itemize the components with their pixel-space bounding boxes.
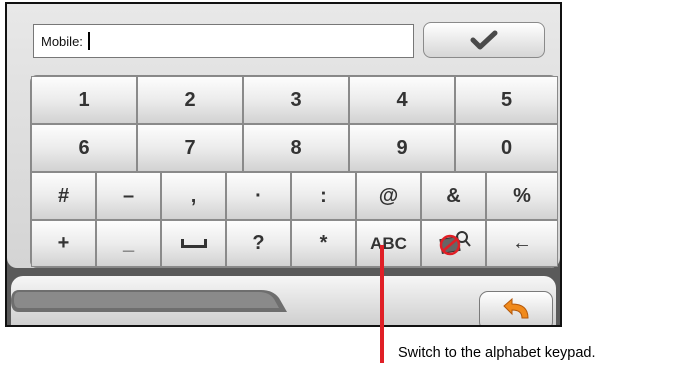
key-3[interactable]: 3 <box>243 76 349 124</box>
key-colon[interactable]: : <box>291 172 356 220</box>
map-icon <box>438 230 471 255</box>
key-6[interactable]: 6 <box>31 124 137 172</box>
confirm-button[interactable] <box>423 22 545 58</box>
return-arrow-icon <box>503 297 529 319</box>
key-dash[interactable]: – <box>96 172 161 220</box>
key-question[interactable]: ? <box>226 220 291 267</box>
key-comma[interactable]: , <box>161 172 226 220</box>
key-plus[interactable]: + <box>31 220 96 267</box>
input-label: Mobile: <box>41 33 83 49</box>
caption-text: Switch to the alphabet keypad. <box>398 345 596 361</box>
key-dot[interactable]: · <box>226 172 291 220</box>
key-4[interactable]: 4 <box>349 76 455 124</box>
key-0[interactable]: 0 <box>455 124 558 172</box>
key-space[interactable] <box>161 220 226 267</box>
key-8[interactable]: 8 <box>243 124 349 172</box>
text-cursor <box>87 32 90 50</box>
key-1[interactable]: 1 <box>31 76 137 124</box>
key-ampersand[interactable]: & <box>421 172 486 220</box>
key-at[interactable]: @ <box>356 172 421 220</box>
key-map[interactable] <box>421 220 486 267</box>
mobile-input-field[interactable]: Mobile: <box>33 24 414 58</box>
bottom-panel <box>11 276 556 325</box>
bottom-bar <box>7 268 560 325</box>
key-asterisk[interactable]: * <box>291 220 356 267</box>
key-5[interactable]: 5 <box>455 76 558 124</box>
callout-line <box>380 245 384 363</box>
back-button[interactable] <box>479 291 553 325</box>
space-glyph <box>180 239 207 248</box>
numeric-keypad: 1 2 3 4 5 6 7 8 9 0 # –, ·: @ &% + _? * ABC ← <box>30 75 558 268</box>
device-frame: Mobile: 1 2 3 4 5 6 7 8 9 0 # –, ·: @ &% + _? * ABC ← <box>5 2 562 327</box>
key-abc[interactable]: ABC <box>356 220 421 267</box>
key-percent[interactable]: % <box>486 172 558 220</box>
status-track <box>11 290 287 312</box>
key-2[interactable]: 2 <box>137 76 243 124</box>
key-7[interactable]: 7 <box>137 124 243 172</box>
key-underscore[interactable]: _ <box>96 220 161 267</box>
key-backspace[interactable]: ← <box>486 220 558 267</box>
key-9[interactable]: 9 <box>349 124 455 172</box>
keyboard-screen: Mobile: 1 2 3 4 5 6 7 8 9 0 # –, ·: @ &% + _? * ABC ← <box>7 4 560 268</box>
key-hash[interactable]: # <box>31 172 96 220</box>
checkmark-icon <box>470 30 498 50</box>
